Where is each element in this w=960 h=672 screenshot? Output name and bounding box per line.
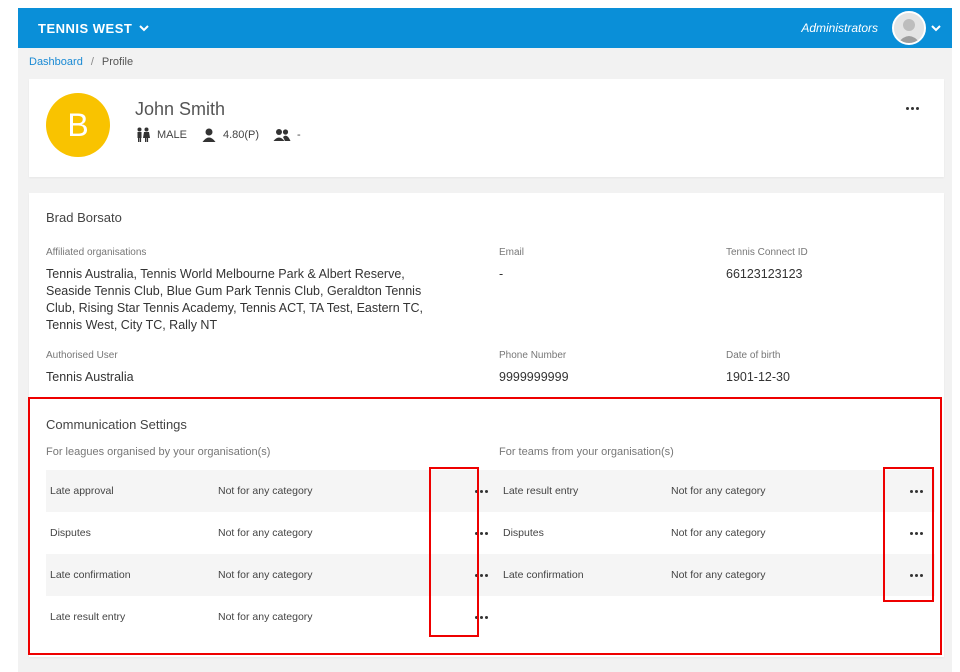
affiliated-line: Seaside Tennis Club, Blue Gum Park Tenni… — [46, 284, 422, 298]
teams-actions-highlight — [883, 467, 934, 602]
profile-initial-avatar: B — [46, 93, 110, 157]
teams-label: - — [297, 129, 301, 141]
person-icon — [202, 128, 216, 142]
phone-number-value: 9999999999 — [499, 370, 569, 384]
breadcrumb-current: Profile — [101, 56, 134, 68]
tennis-connect-id-label: Tennis Connect ID — [726, 247, 808, 258]
gender-label: MALE — [157, 129, 187, 141]
male-female-icon — [137, 127, 150, 142]
date-of-birth-label: Date of birth — [726, 350, 781, 361]
organisation-name: TENNIS WEST — [38, 20, 133, 36]
breadcrumb-dashboard-link[interactable]: Dashboard — [29, 56, 83, 68]
chevron-down-icon — [139, 25, 150, 32]
breadcrumb: Dashboard / Profile — [29, 56, 133, 68]
top-navigation-bar: TENNIS WEST Administrators — [18, 8, 952, 48]
affiliated-line: Club, Rising Star Tennis Academy, Tennis… — [46, 301, 424, 315]
user-avatar[interactable] — [892, 11, 926, 45]
communication-settings-highlight — [28, 397, 942, 655]
date-of-birth-value: 1901-12-30 — [726, 370, 790, 384]
tennis-connect-id-value: 66123123123 — [726, 267, 803, 281]
user-role-label: Administrators — [801, 21, 878, 35]
avatar-person-icon — [894, 13, 924, 43]
affiliated-organisations-value: Tennis Australia, Tennis World Melbourne… — [46, 266, 486, 334]
group-icon — [273, 129, 291, 141]
affiliated-line: Tennis Australia, Tennis World Melbourne… — [46, 267, 405, 281]
affiliated-organisations-label: Affiliated organisations — [46, 247, 147, 258]
user-menu[interactable] — [892, 11, 942, 45]
leagues-actions-highlight — [429, 467, 479, 637]
profile-more-button[interactable] — [901, 98, 923, 118]
more-horizontal-icon — [905, 106, 919, 110]
organisation-switcher[interactable]: TENNIS WEST — [38, 8, 150, 48]
chevron-down-icon — [931, 25, 941, 32]
profile-name: John Smith — [135, 99, 226, 119]
rating-label: 4.80(P) — [222, 129, 260, 141]
email-label: Email — [499, 247, 525, 258]
email-value: - — [499, 267, 504, 281]
details-name: Brad Borsato — [46, 210, 122, 225]
breadcrumb-separator: / — [90, 56, 94, 68]
profile-meta: MALE 4.80(P) - — [135, 127, 301, 143]
affiliated-line: Tennis West, City TC, Rally NT — [46, 318, 218, 332]
profile-header-card: B John Smith MALE 4.80(P) - — [29, 79, 944, 177]
authorised-user-label: Authorised User — [46, 350, 118, 361]
phone-number-label: Phone Number — [499, 350, 567, 361]
authorised-user-value: Tennis Australia — [46, 370, 134, 384]
